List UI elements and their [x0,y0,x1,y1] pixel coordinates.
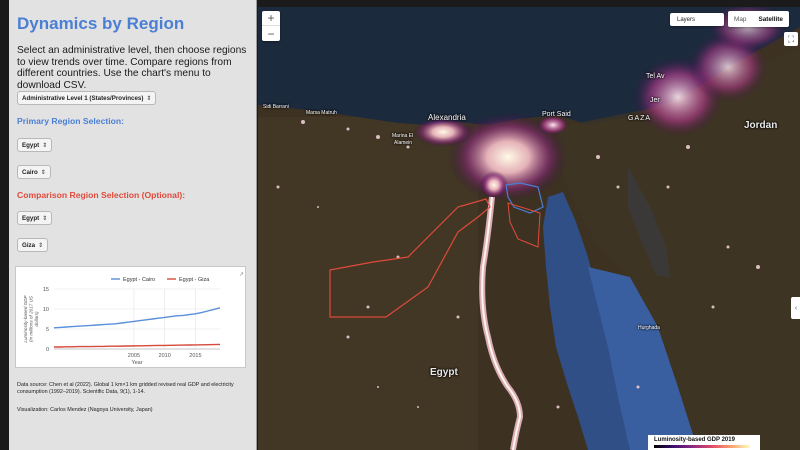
visualization-credit: Visualization: Carlos Mendez (Nagoya Uni… [17,407,153,413]
x-axis-label: Year [131,360,142,366]
map-label-jordan: Jordan [744,120,778,131]
map-label-alamein: Alamein [394,140,413,146]
comparison-region-value: Giza [22,241,36,249]
series-line-cairo [53,307,221,329]
primary-region-select[interactable]: Cairo ⇕ [17,165,51,179]
chart-card: 0 5 10 15 2005 2010 2015 Year Luminosity-based G… [15,266,246,368]
zoom-in-button[interactable]: + [262,11,280,26]
app-root: Dynamics by Region Select an administrat… [0,0,800,450]
data-source-note: Data source: Chen et al (2022). Global 1… [17,382,234,395]
line-chart: 0 5 10 15 2005 2010 2015 Year Luminosity-based G… [23,271,244,366]
primary-region-heading: Primary Region Selection: [17,116,124,126]
legend-entry: Egypt - Giza [179,277,210,283]
select-arrows-icon: ⇕ [40,169,46,176]
map-label-marsa-matruh: Marsa Matruh [306,110,337,116]
series-line-giza [54,343,221,348]
y-tick-label: 0 [46,347,49,353]
map-label-alexandria: Alexandria [428,113,466,122]
zoom-control: + − [262,11,280,41]
expand-icon: ↗ [239,271,244,278]
panel-title: Dynamics by Region [17,14,185,33]
legend-entry: Egypt - Cairo [123,277,155,283]
map-label-sidi-barrani: Sidi Barrani [263,104,289,110]
map-label-hurghada: Hurghada [638,325,660,331]
panel-edge [0,0,9,450]
primary-country-select[interactable]: Egypt ⇕ [17,138,53,152]
panel-content: Dynamics by Region Select an administrat… [9,0,256,450]
comparison-country-select[interactable]: Egypt ⇕ [17,211,53,225]
primary-country-value: Egypt [22,141,40,149]
satellite-map[interactable] [258,7,800,450]
select-arrows-icon: ⇕ [146,95,152,102]
western-desert [258,117,478,450]
admin-level-select[interactable]: Administrative Level 1 (States/Provinces… [17,91,157,105]
admin-level-value: Administrative Level 1 (States/Provinces… [22,94,144,102]
x-tick-label: 2010 [159,353,171,359]
select-arrows-icon: ⇕ [42,142,48,149]
comparison-country-value: Egypt [22,214,40,222]
y-tick-label: 10 [43,307,49,313]
map-legend: Luminosity-based GDP 2019 [648,435,760,450]
x-tick-label: 2005 [128,353,140,359]
legend-color-scale [654,445,750,448]
panel-description: Select an administrative level, then cho… [17,45,247,91]
map-label-marina: Marina El [392,133,414,139]
map-type-map-button[interactable]: Map [728,11,752,27]
cairo-lights [480,171,508,199]
zoom-out-button[interactable]: − [262,26,280,41]
port-said-lights [537,115,569,135]
map-view[interactable]: + − Layers Map Satellite ⛶ ‹ Tel Av Jer … [258,7,800,450]
layers-button[interactable]: Layers [670,13,724,26]
comparison-region-select[interactable]: Giza ⇕ [17,238,49,252]
y-tick-label: 5 [46,327,49,333]
x-tick-label: 2015 [189,353,201,359]
select-arrows-icon: ⇕ [38,242,44,249]
map-label-jer: Jer [650,97,660,104]
map-label-egypt: Egypt [430,367,458,378]
chevron-left-icon[interactable]: ‹ [791,297,800,319]
y-tick-label: 15 [43,287,49,293]
map-label-port-said: Port Said [542,111,571,118]
fullscreen-icon[interactable]: ⛶ [784,32,798,46]
side-panel: Dynamics by Region Select an administrat… [0,0,257,450]
legend-title: Luminosity-based GDP 2019 [654,437,735,443]
map-type-satellite-button[interactable]: Satellite [752,11,789,27]
y-axis-label: Luminosity-based GDP(in millions of 2017… [23,294,39,342]
map-type-control: Map Satellite [728,11,789,27]
map-label-tel-aviv: Tel Av [646,73,665,80]
comparison-region-heading: Comparison Region Selection (Optional): [17,190,186,200]
select-arrows-icon: ⇕ [42,215,48,222]
map-label-gaza: GAZA [628,115,652,122]
primary-region-value: Cairo [22,168,38,176]
